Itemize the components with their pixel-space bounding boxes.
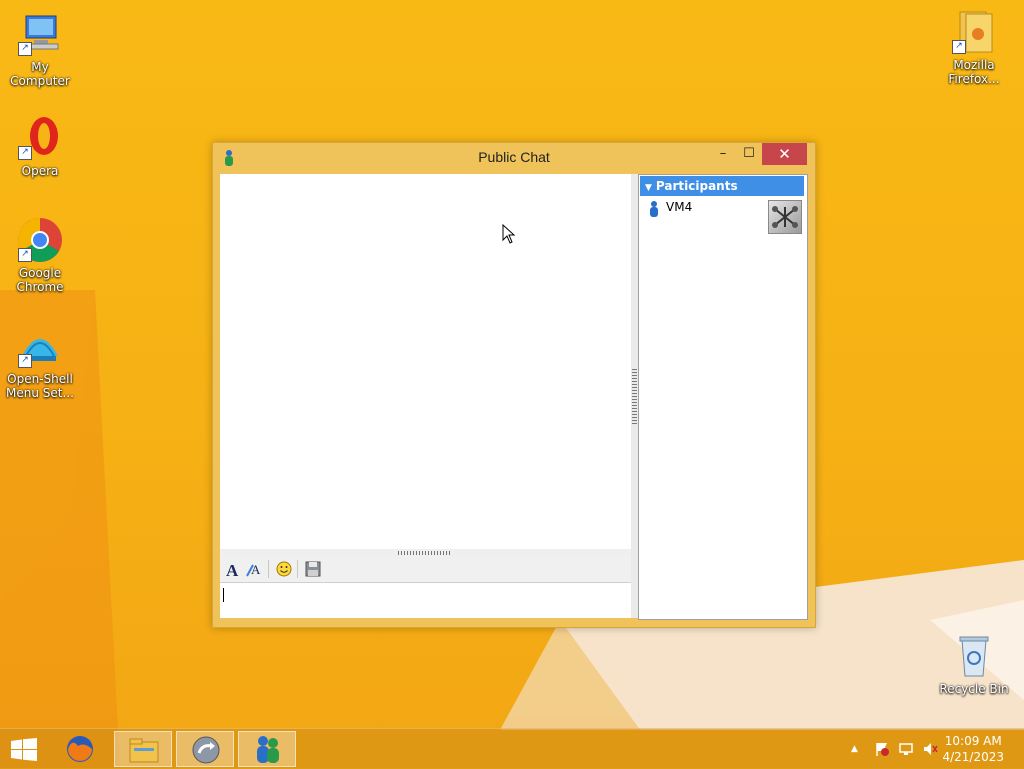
- public-chat-window: Public Chat – ☐ ✕ A A ▼ Participants VM4: [212, 142, 816, 628]
- mouse-cursor-icon: [502, 224, 516, 244]
- system-clock[interactable]: 10:09 AM 4/21/2023: [942, 733, 1004, 765]
- desktop-icon-google-chrome[interactable]: ↗ Google Chrome: [0, 216, 80, 294]
- font-button[interactable]: A: [223, 559, 243, 580]
- font-icon: A: [226, 561, 239, 580]
- desktop-icon-label: My Computer: [10, 60, 70, 88]
- message-input[interactable]: [220, 583, 631, 618]
- shortcut-arrow-icon: ↗: [18, 146, 32, 160]
- windows-logo-icon: [11, 738, 37, 761]
- clock-time: 10:09 AM: [944, 734, 1002, 748]
- maximize-button[interactable]: ☐: [735, 143, 763, 165]
- taskbar-messenger[interactable]: [238, 731, 296, 767]
- show-hidden-icons-button[interactable]: ▲: [851, 741, 867, 757]
- network-avatar-icon: [772, 206, 798, 228]
- shortcut-arrow-icon: ↗: [18, 354, 32, 368]
- toolbar-separator: [268, 560, 269, 578]
- shortcut-arrow-icon: ↗: [952, 40, 966, 54]
- taskbar-firefox[interactable]: [52, 731, 110, 767]
- participant-row[interactable]: VM4: [647, 200, 802, 234]
- start-button[interactable]: [0, 731, 48, 767]
- desktop-icon-label: Google Chrome: [16, 266, 64, 294]
- close-button[interactable]: ✕: [762, 143, 807, 165]
- user-status-icon: [650, 201, 658, 217]
- horizontal-splitter-grip[interactable]: [398, 551, 452, 555]
- desktop-icon-open-shell[interactable]: ↗ Open-Shell Menu Set...: [0, 322, 80, 400]
- participants-header-label: Participants: [655, 179, 738, 193]
- desktop-icon-label: Open-Shell Menu Set...: [6, 372, 74, 400]
- shortcut-arrow-icon: ↗: [18, 42, 32, 56]
- font-color-button[interactable]: A: [245, 559, 265, 579]
- circular-arrow-icon: [192, 736, 220, 764]
- desktop-icon-label: Mozilla Firefox...: [948, 58, 1000, 86]
- opera-icon: ↗: [16, 114, 64, 162]
- avatar: [768, 200, 802, 234]
- text-caret: [223, 588, 224, 602]
- chat-message-area[interactable]: [220, 174, 631, 549]
- message-format-toolbar: A A: [220, 556, 631, 583]
- computer-icon: ↗: [16, 10, 64, 58]
- svg-text:A: A: [226, 561, 239, 579]
- folder-icon: [129, 738, 159, 763]
- taskbar-file-explorer[interactable]: [114, 731, 172, 767]
- desktop-icon-label: Recycle Bin: [939, 682, 1009, 696]
- chrome-icon: ↗: [16, 216, 64, 264]
- minimize-button[interactable]: –: [709, 143, 737, 165]
- desktop-icon-opera[interactable]: ↗ Opera: [0, 114, 80, 178]
- volume-muted-icon[interactable]: [922, 741, 938, 757]
- save-button[interactable]: [303, 559, 323, 579]
- messenger-icon: [257, 736, 279, 763]
- emoticon-button[interactable]: [274, 559, 294, 579]
- clock-date: 4/21/2023: [942, 750, 1004, 764]
- network-icon[interactable]: [898, 741, 914, 757]
- collapse-arrow-icon: ▼: [645, 183, 652, 193]
- taskbar-app-arrow[interactable]: [176, 731, 234, 767]
- floppy-disk-icon: [305, 561, 321, 577]
- vertical-splitter-grip[interactable]: [632, 368, 637, 424]
- participants-header[interactable]: ▼ Participants: [640, 176, 804, 196]
- shortcut-arrow-icon: ↗: [18, 248, 32, 262]
- taskbar: ▲ 10:09 AM 4/21/2023: [0, 728, 1024, 769]
- smiley-icon: [276, 561, 292, 577]
- desktop-icon-label: Opera: [21, 164, 59, 178]
- desktop-icon-recycle-bin[interactable]: Recycle Bin: [934, 632, 1014, 696]
- participant-name: VM4: [666, 200, 693, 214]
- folder-icon: ↗: [950, 8, 998, 56]
- open-shell-icon: ↗: [16, 322, 64, 370]
- window-titlebar[interactable]: Public Chat – ☐ ✕: [213, 143, 815, 173]
- action-center-flag-icon[interactable]: [874, 741, 890, 757]
- recycle-bin-icon: [950, 632, 998, 680]
- svg-text:A: A: [251, 562, 261, 577]
- font-color-icon: A: [246, 562, 261, 577]
- participants-panel: ▼ Participants VM4: [638, 174, 808, 620]
- toolbar-separator: [297, 560, 298, 578]
- desktop-icon-mozilla-firefox[interactable]: ↗ Mozilla Firefox...: [934, 8, 1014, 86]
- desktop-icon-my-computer[interactable]: ↗ My Computer: [0, 10, 80, 88]
- firefox-icon: [67, 736, 93, 762]
